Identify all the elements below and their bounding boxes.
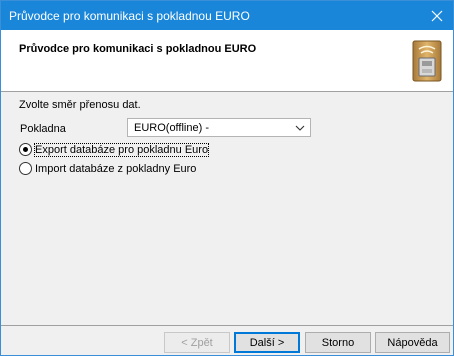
- help-button[interactable]: Nápověda: [375, 332, 450, 353]
- close-icon[interactable]: [421, 1, 453, 30]
- direction-prompt: Zvolte směr přenosu dat.: [19, 99, 141, 111]
- wizard-header: Průvodce pro komunikaci s pokladnou EURO: [1, 30, 453, 92]
- next-button[interactable]: Další >: [234, 332, 300, 353]
- export-radio-label[interactable]: Export databáze pro pokladnu Euro: [33, 142, 210, 157]
- export-radio[interactable]: Export databáze pro pokladnu Euro: [19, 142, 210, 157]
- import-radio-button[interactable]: [19, 162, 32, 175]
- back-button[interactable]: < Zpět: [164, 332, 230, 353]
- window-title: Průvodce pro komunikaci s pokladnou EURO: [9, 9, 250, 23]
- export-radio-button[interactable]: [19, 143, 32, 156]
- import-radio-label[interactable]: Import databáze z pokladny Euro: [35, 163, 196, 175]
- wizard-content: Zvolte směr přenosu dat. Pokladna EURO(o…: [1, 93, 453, 325]
- chevron-down-icon[interactable]: [294, 122, 306, 134]
- wizard-window: Průvodce pro komunikaci s pokladnou EURO…: [0, 0, 454, 356]
- pokladna-select-value: EURO(offline) -: [134, 122, 209, 134]
- wizard-heading: Průvodce pro komunikaci s pokladnou EURO: [19, 43, 257, 55]
- import-radio[interactable]: Import databáze z pokladny Euro: [19, 162, 196, 175]
- button-divider: [1, 325, 453, 326]
- cash-register-icon: [412, 40, 442, 82]
- pokladna-select[interactable]: EURO(offline) -: [127, 118, 311, 137]
- cancel-button[interactable]: Storno: [305, 332, 371, 353]
- title-bar[interactable]: Průvodce pro komunikaci s pokladnou EURO: [1, 1, 453, 30]
- pokladna-label: Pokladna: [20, 123, 66, 135]
